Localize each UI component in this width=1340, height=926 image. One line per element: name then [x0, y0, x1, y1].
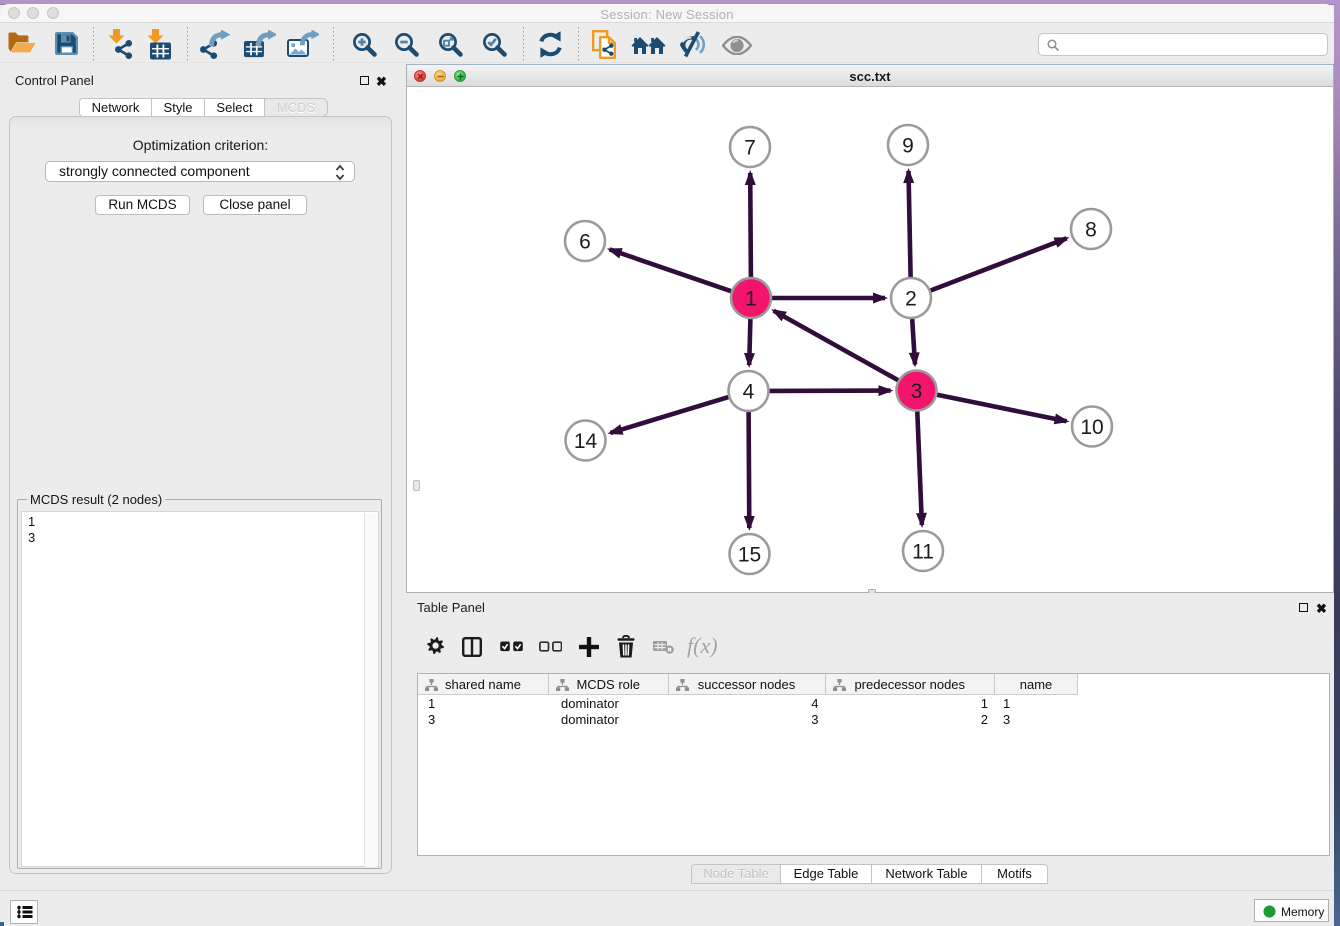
svg-text:14: 14	[574, 430, 598, 453]
svg-text:6: 6	[579, 231, 591, 254]
svg-text:3: 3	[911, 380, 923, 403]
svg-text:15: 15	[738, 544, 761, 567]
svg-text:2: 2	[905, 288, 917, 311]
svg-text:10: 10	[1080, 416, 1103, 439]
svg-text:7: 7	[744, 137, 756, 160]
svg-text:11: 11	[912, 541, 934, 564]
svg-text:9: 9	[902, 135, 914, 158]
svg-text:1: 1	[745, 288, 757, 311]
svg-text:4: 4	[743, 381, 755, 404]
svg-text:8: 8	[1085, 219, 1097, 242]
